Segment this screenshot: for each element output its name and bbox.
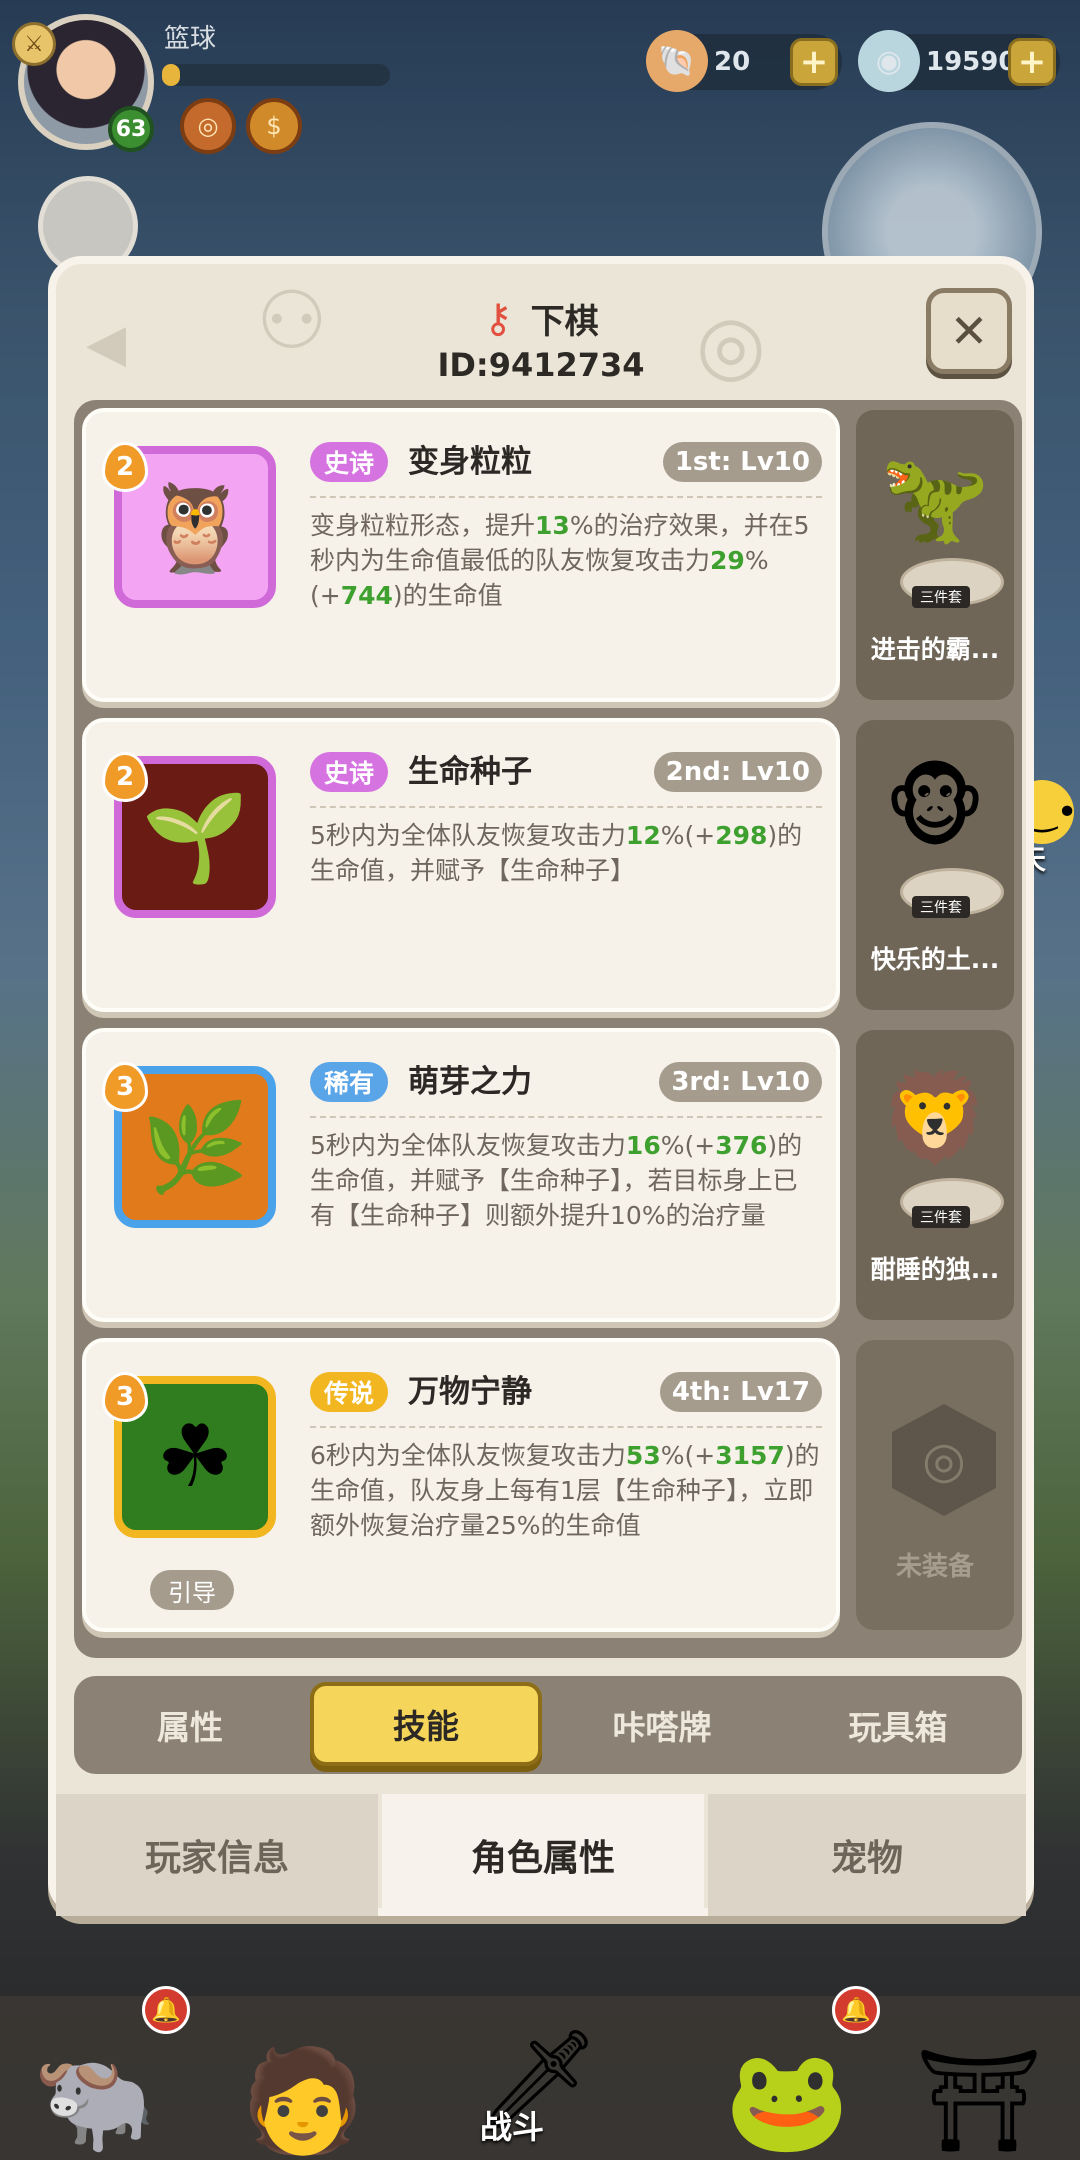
shell-currency: 🐚 20 +: [646, 30, 842, 92]
skill-slot-level: 3rd: Lv10: [659, 1062, 822, 1102]
tab-character-attributes[interactable]: 角色属性: [382, 1794, 704, 1916]
nav-shrine-button[interactable]: ⛩: [904, 2010, 1054, 2160]
sleepy-monkey-figure-icon: 🦁: [880, 1066, 990, 1169]
monkey-sprout-figure-icon: 🐵: [884, 756, 986, 859]
skill-name: 生命种子: [408, 754, 532, 790]
tab-cards[interactable]: 咔嗒牌: [546, 1676, 778, 1774]
coin-buff-icon[interactable]: $: [246, 98, 302, 154]
tab-toybox[interactable]: 玩具箱: [782, 1676, 1014, 1774]
skill-description: 变身粒粒形态，提升13%的治疗效果，并在5秒内为生命值最低的队友恢复攻击力29%…: [310, 511, 810, 610]
battle-label: 战斗: [480, 2108, 545, 2146]
rarity-badge: 传说: [310, 1372, 389, 1412]
shrine-icon: ⛩: [915, 2042, 1043, 2159]
empty-slot-icon: ◎: [892, 1404, 996, 1516]
skill-name: 变身粒粒: [408, 444, 532, 480]
skill-slot-level: 2nd: Lv10: [653, 752, 822, 792]
empty-slot-label: 未装备: [895, 1552, 974, 1582]
skill-card[interactable]: 🦉 2 史诗 变身粒粒 1st: Lv10 变身粒粒形态，提升13%的治疗效果，…: [82, 408, 840, 702]
divider: [310, 496, 822, 498]
player-name: 篮球: [164, 24, 217, 54]
rarity-badge: 史诗: [310, 442, 389, 482]
nav-character-button[interactable]: 🧑: [228, 2010, 378, 2160]
skill-name: 万物宁静: [408, 1374, 532, 1410]
skill-description: 5秒内为全体队友恢复攻击力16%(+376)的生命值，并赋予【生命种子】，若目标…: [310, 1131, 803, 1230]
red-dragon-figure-icon: 🦖: [880, 446, 990, 549]
nav-pet-button[interactable]: 🐸: [712, 2010, 862, 2160]
notification-bell-icon: 🔔: [832, 1986, 880, 2034]
tribe-warrior-icon: 🐃: [32, 2042, 158, 2159]
empty-toy-slot[interactable]: ◎ 未装备: [856, 1340, 1014, 1630]
shell-count: 20: [714, 47, 751, 77]
player-level-badge: 63: [108, 106, 154, 152]
skill-list[interactable]: 🦉 2 史诗 变身粒粒 1st: Lv10 变身粒粒形态，提升13%的治疗效果，…: [74, 400, 1022, 1658]
set-tag: 三件套: [912, 1206, 970, 1228]
ring-buff-icon[interactable]: ◎: [180, 98, 236, 154]
rarity-badge: 史诗: [310, 752, 389, 792]
notification-bell-icon: 🔔: [142, 1986, 190, 2034]
close-button[interactable]: ✕: [926, 288, 1012, 374]
rarity-badge: 稀有: [310, 1062, 389, 1102]
shell-icon: 🐚: [646, 30, 708, 92]
modal-title: ⚷ 下棋: [56, 294, 1026, 343]
divider: [310, 1426, 822, 1428]
divider: [310, 806, 822, 808]
equipped-toy-slot[interactable]: 🦁 三件套 酣睡的独...: [856, 1030, 1014, 1320]
add-shell-button[interactable]: +: [790, 38, 838, 86]
sub-tab-bar: 属性 技能 咔嗒牌 玩具箱: [74, 1676, 1022, 1774]
player-info-modal: ◂ ⚇ ◎ ⚷ 下棋 ID:9412734 ✕ 🦉 2 史诗 变身粒粒 1st:…: [48, 256, 1034, 1916]
pet-creature-icon: 🐸: [724, 2042, 850, 2159]
skill-description: 5秒内为全体队友恢复攻击力12%(+298)的生命值，并赋予【生命种子】: [310, 821, 803, 885]
guide-tag: 引导: [150, 1570, 234, 1610]
skill-card[interactable]: 🌱 2 史诗 生命种子 2nd: Lv10 5秒内为全体队友恢复攻击力12%(+…: [82, 718, 840, 1012]
tab-skills[interactable]: 技能: [310, 1682, 542, 1766]
equipped-toy-slot[interactable]: 🦖 三件套 进击的霸...: [856, 410, 1014, 700]
set-tag: 三件套: [912, 896, 970, 918]
close-icon: ✕: [949, 304, 989, 358]
exp-bar: [162, 64, 390, 86]
nav-tribe-button[interactable]: 🐃: [20, 2010, 170, 2160]
gem-currency: ◉ 19590 +: [858, 30, 1060, 92]
skill-card[interactable]: ☘ 3 传说 万物宁静 4th: Lv17 6秒内为全体队友恢复攻击力53%(+…: [82, 1338, 840, 1632]
toy-name: 快乐的土...: [870, 945, 1000, 974]
tab-player-info[interactable]: 玩家信息: [56, 1794, 378, 1916]
skill-description: 6秒内为全体队友恢复攻击力53%(+3157)的生命值，队友身上每有1层【生命种…: [310, 1441, 820, 1540]
equipped-toy-slot[interactable]: 🐵 三件套 快乐的土...: [856, 720, 1014, 1010]
add-gem-button[interactable]: +: [1008, 38, 1056, 86]
tab-attributes[interactable]: 属性: [74, 1676, 306, 1774]
character-face-icon: 🧑: [240, 2042, 366, 2159]
player-id: ID:9412734: [437, 346, 645, 384]
divider: [310, 1116, 822, 1118]
gem-count: 19590: [926, 47, 1017, 77]
key-icon: ⚷: [483, 295, 513, 342]
clam-icon: ◉: [858, 30, 920, 92]
skill-slot-level: 1st: Lv10: [662, 442, 822, 482]
skill-slot-level: 4th: Lv17: [659, 1372, 822, 1412]
set-tag: 三件套: [912, 586, 970, 608]
toy-name: 酣睡的独...: [870, 1255, 1000, 1284]
sword-badge-icon: ⚔: [12, 22, 56, 66]
player-nickname: 下棋: [530, 302, 599, 342]
toy-name: 进击的霸...: [870, 635, 1000, 664]
modal-bottom-tabs: 玩家信息 角色属性 宠物: [56, 1794, 1026, 1916]
skill-name: 萌芽之力: [408, 1064, 532, 1100]
exp-bar-fill: [162, 64, 181, 86]
tab-pet[interactable]: 宠物: [708, 1794, 1026, 1916]
skill-card[interactable]: 🌿 3 稀有 萌芽之力 3rd: Lv10 5秒内为全体队友恢复攻击力16%(+…: [82, 1028, 840, 1322]
